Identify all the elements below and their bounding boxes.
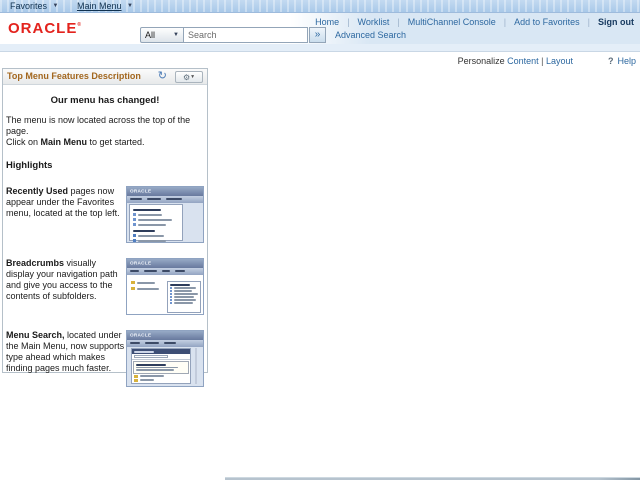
- breadcrumbs-thumbnail: ORACLE: [126, 258, 204, 315]
- thumb-scrollbar: [195, 348, 197, 384]
- personalize-bar: Personalize Content | Layout ? Help: [0, 53, 640, 67]
- caret-down-icon: ▼: [52, 3, 59, 9]
- advanced-search-link[interactable]: Advanced Search: [335, 27, 406, 43]
- thumb-dropdown: [129, 204, 183, 242]
- thumb-search-dropdown: [131, 348, 191, 384]
- personalize-separator: |: [538, 56, 546, 66]
- refresh-icon[interactable]: ↻: [158, 69, 167, 84]
- thumb-banner: ORACLE: [127, 331, 203, 340]
- top-menu-bar: Favorites ▼ Main Menu ▼: [0, 0, 640, 13]
- thumb-banner: ORACLE: [127, 259, 203, 268]
- peoplesoft-portal-page: Favorites ▼ Main Menu ▼ ORACLE® Home | Wor…: [0, 0, 640, 480]
- favorites-menu-label: Favorites: [10, 1, 48, 11]
- multichannel-console-link[interactable]: MultiChannel Console: [400, 17, 504, 27]
- thumb-cascade-menu: [167, 281, 201, 313]
- oracle-logo: ORACLE®: [8, 20, 83, 37]
- banner-nav-links: Home | Worklist | MultiChannel Console | Add t…: [307, 17, 634, 27]
- pagelet-settings-button[interactable]: ⚙▼: [175, 71, 203, 83]
- highlights-heading: Highlights: [6, 160, 53, 171]
- thumb-banner: ORACLE: [127, 187, 203, 196]
- add-to-favorites-link[interactable]: Add to Favorites: [506, 17, 588, 27]
- intro-text: The menu is now located across the top o…: [6, 115, 204, 148]
- top-menu-features-pagelet: Top Menu Features Description ↻ ⚙▼ Our m…: [2, 68, 208, 387]
- thumb-menubar: [127, 340, 203, 347]
- pagelet-body: Our menu has changed! The menu is now lo…: [3, 85, 207, 387]
- intro-line2: Click on Main Menu to get started.: [6, 137, 145, 147]
- thumb-menubar: [127, 196, 203, 203]
- caret-down-icon: ▼: [190, 74, 196, 80]
- banner-bottom-strip: [0, 44, 640, 51]
- search-go-button[interactable]: »: [309, 27, 326, 43]
- personalize-content-link[interactable]: Content: [507, 56, 539, 66]
- caret-down-icon: ▼: [127, 3, 133, 9]
- personalize-label: Personalize: [457, 56, 508, 66]
- home-link[interactable]: Home: [307, 17, 347, 27]
- intro-line1: The menu is now located across the top o…: [6, 115, 191, 136]
- worklist-link[interactable]: Worklist: [350, 17, 398, 27]
- caret-down-icon: ▼: [173, 32, 179, 38]
- personalize-group: Personalize Content | Layout: [458, 56, 573, 66]
- search-scope-value: All: [145, 30, 156, 40]
- registered-mark: ®: [77, 22, 83, 28]
- sign-out-link[interactable]: Sign out: [590, 17, 634, 27]
- help-link[interactable]: Help: [617, 56, 636, 66]
- main-menu-label: Main Menu: [77, 1, 122, 11]
- feature-recently-used: Recently Used pages now appear under the…: [6, 186, 204, 243]
- help-question-icon[interactable]: ?: [608, 56, 614, 66]
- favorites-menu[interactable]: Favorites ▼: [10, 0, 58, 12]
- personalize-layout-link[interactable]: Layout: [546, 56, 573, 66]
- feature-text: Breadcrumbs visually display your naviga…: [6, 258, 118, 301]
- feature-menu-search: Menu Search, located under the Main Menu…: [6, 330, 204, 387]
- search-bar: All ▼ » Advanced Search: [140, 27, 406, 43]
- banner: ORACLE® Home | Worklist | MultiChannel Conso…: [0, 13, 640, 52]
- search-input[interactable]: [184, 27, 308, 43]
- welcome-heading: Our menu has changed!: [50, 95, 160, 106]
- feature-text: Recently Used pages now appear under the…: [6, 186, 120, 218]
- help-group: ? Help: [608, 56, 636, 66]
- recently-used-thumbnail: ORACLE: [126, 186, 204, 243]
- menu-search-thumbnail: ORACLE: [126, 330, 204, 387]
- search-scope-select[interactable]: All ▼: [140, 27, 184, 43]
- feature-breadcrumbs: Breadcrumbs visually display your naviga…: [6, 258, 204, 315]
- main-menu[interactable]: Main Menu ▼: [77, 0, 133, 12]
- pagelet-header: Top Menu Features Description ↻ ⚙▼: [3, 69, 207, 85]
- pagelet-title: Top Menu Features Description: [7, 71, 141, 81]
- thumb-breadcrumb-bar: [127, 268, 203, 275]
- feature-text: Menu Search, located under the Main Menu…: [6, 330, 125, 373]
